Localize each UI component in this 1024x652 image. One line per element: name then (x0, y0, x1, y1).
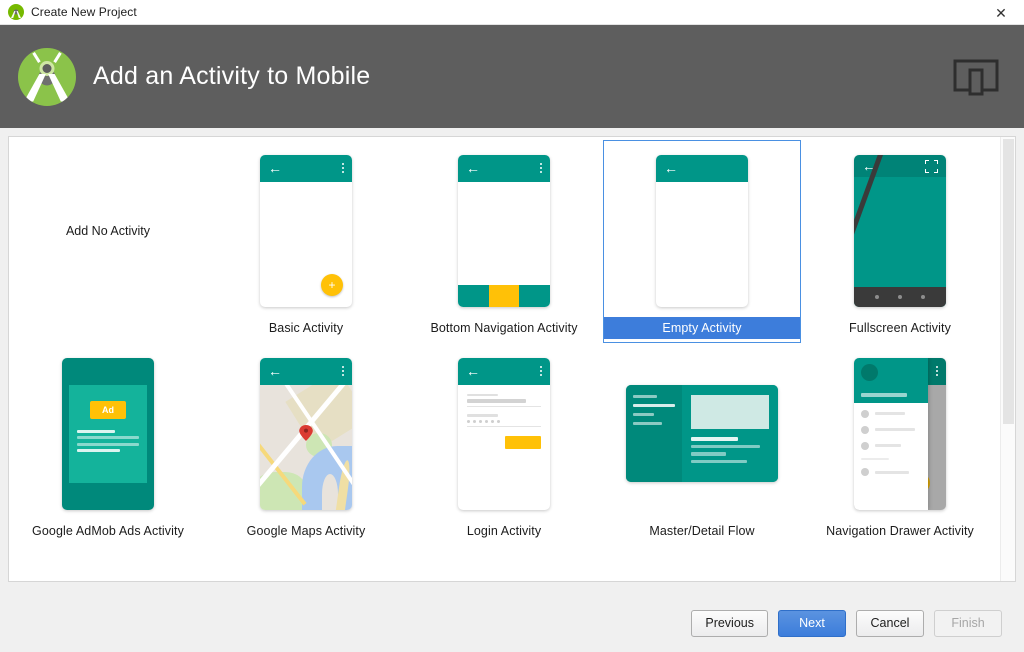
gallery-item-empty-activity[interactable]: ← Empty Activity (603, 140, 801, 343)
thumbnail-google-admob-ads-activity: Ad (62, 351, 154, 516)
gallery-item-label: Basic Activity (268, 321, 344, 335)
back-arrow-icon: ← (268, 160, 282, 176)
gallery-item-label: Bottom Navigation Activity (430, 321, 578, 335)
back-arrow-icon: ← (466, 160, 480, 176)
gallery-item-google-maps-activity[interactable]: ← Google Maps Activity (207, 343, 405, 546)
thumbnail-empty-activity: ← (656, 148, 748, 313)
tablet-device-icon[interactable] (950, 55, 1002, 99)
thumbnail-navigation-drawer-activity: + (854, 351, 946, 516)
overflow-menu-icon (539, 162, 542, 174)
back-arrow-icon: ← (664, 160, 678, 176)
gallery-item-master-detail-flow[interactable]: Master/Detail Flow (603, 343, 801, 546)
bottom-navigation-bar (458, 284, 550, 307)
content-area: Add No Activity ← + Basic Activity ← Bot… (0, 128, 1024, 594)
gallery-item-fullscreen-activity[interactable]: ← Fullscreen Activity (801, 140, 999, 343)
overflow-menu-icon (935, 365, 939, 377)
navigation-drawer-preview (854, 357, 928, 510)
diagonal-decoration (854, 154, 885, 307)
close-icon[interactable]: ✕ (978, 0, 1024, 25)
gallery-item-google-admob-ads-activity[interactable]: Ad Google AdMob Ads Activity (9, 343, 207, 546)
expand-icon (924, 158, 939, 174)
back-arrow-icon: ← (268, 363, 282, 379)
login-form-preview (458, 385, 550, 510)
vertical-scrollbar[interactable] (1000, 137, 1015, 581)
thumbnail-google-maps-activity: ← (260, 351, 352, 516)
scrollbar-thumb[interactable] (1003, 139, 1014, 424)
overflow-menu-icon (539, 365, 542, 377)
gallery-item-basic-activity[interactable]: ← + Basic Activity (207, 140, 405, 343)
gallery-item-login-activity[interactable]: ← Login Activity (405, 343, 603, 546)
gallery-item-label: Master/Detail Flow (649, 524, 755, 538)
map-pin-icon (298, 424, 314, 441)
next-button[interactable]: Next (778, 609, 846, 637)
overflow-menu-icon (341, 365, 344, 377)
login-submit-button-preview (505, 435, 541, 449)
map-preview (260, 384, 352, 510)
thumbnail-master-detail-flow (626, 351, 778, 516)
overflow-menu-icon (341, 162, 344, 174)
finish-button: Finish (934, 609, 1002, 637)
wizard-header: Add an Activity to Mobile (0, 25, 1024, 128)
thumbnail-basic-activity: ← + (260, 148, 352, 313)
master-pane-preview (626, 385, 682, 482)
android-studio-icon (8, 4, 24, 20)
android-studio-logo (18, 47, 76, 106)
activity-gallery-panel: Add No Activity ← + Basic Activity ← Bot… (8, 136, 1016, 582)
cancel-button[interactable]: Cancel (856, 609, 924, 637)
gallery-item-add-no-activity[interactable]: Add No Activity (9, 140, 207, 343)
avatar (861, 363, 878, 381)
gallery-item-label: Navigation Drawer Activity (826, 524, 974, 538)
dialog-footer: Previous Next Cancel Finish (0, 594, 1024, 652)
thumbnail-bottom-navigation-activity: ← (458, 148, 550, 313)
window-title-bar: Create New Project ✕ (0, 0, 1024, 25)
thumbnail-fullscreen-activity: ← (854, 148, 946, 313)
window-title: Create New Project (31, 5, 137, 19)
gallery-item-label: Login Activity (466, 524, 542, 538)
gallery-item-label: Add No Activity (65, 223, 151, 238)
gallery-item-bottom-navigation-activity[interactable]: ← Bottom Navigation Activity (405, 140, 603, 343)
detail-pane-preview (682, 385, 778, 482)
thumbnail-login-activity: ← (458, 351, 550, 516)
gallery-item-label: Google Maps Activity (246, 524, 366, 538)
activity-gallery-grid: Add No Activity ← + Basic Activity ← Bot… (9, 137, 999, 546)
gallery-item-label: Empty Activity (603, 317, 801, 339)
system-navigation-bar (854, 286, 946, 307)
back-arrow-icon: ← (466, 363, 480, 379)
gallery-item-navigation-drawer-activity[interactable]: + (801, 343, 999, 546)
ad-badge: Ad (90, 400, 126, 419)
gallery-item-label: Google AdMob Ads Activity (32, 524, 184, 538)
floating-action-button-icon: + (321, 273, 343, 296)
page-title: Add an Activity to Mobile (93, 62, 371, 90)
previous-button[interactable]: Previous (691, 609, 768, 637)
gallery-item-label: Fullscreen Activity (849, 321, 951, 335)
